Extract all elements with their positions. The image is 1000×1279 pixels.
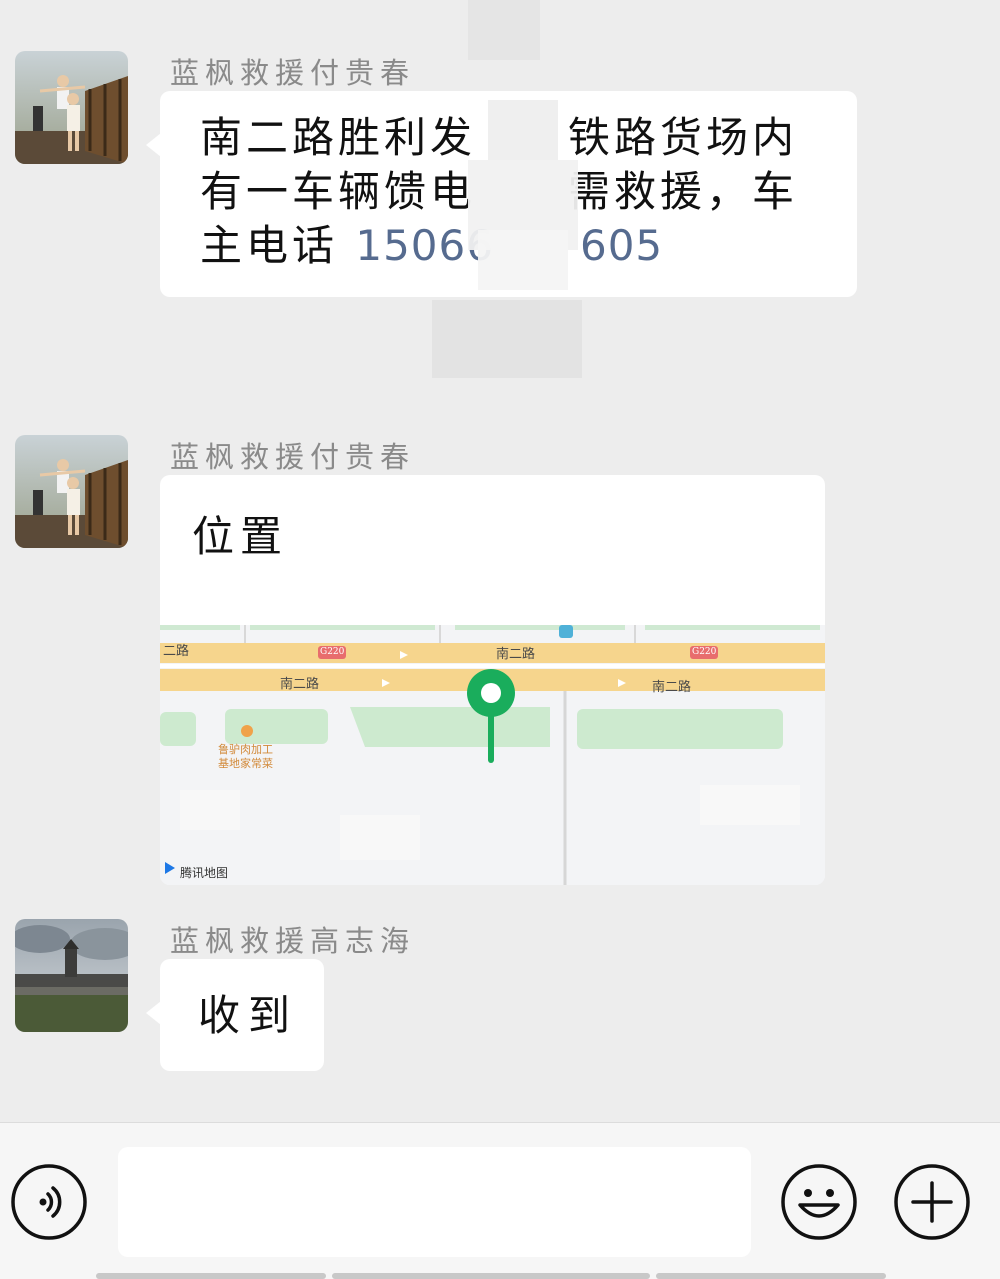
message-text: 收到 <box>198 991 299 1040</box>
avatar[interactable] <box>15 919 128 1032</box>
avatar-photo-children <box>15 435 128 548</box>
map-preview[interactable]: 二路 南二路 南二路 南二路 G220 G220 鲁驴肉加工 基地家常菜 腾讯地… <box>160 625 825 885</box>
sender-name: 蓝枫救援高志海 <box>170 924 416 958</box>
voice-input-button[interactable] <box>10 1163 88 1241</box>
emoji-button[interactable] <box>780 1163 858 1241</box>
road-label: 南二路 <box>496 647 536 662</box>
chat-area[interactable]: 蓝枫救援付贵春 南二路胜利发 铁路货场内有一车辆馈电 需救援，车主电话 1506… <box>0 0 1000 1122</box>
avatar-photo-children <box>15 51 128 164</box>
text-message-bubble[interactable]: 收到 <box>146 959 324 1071</box>
more-options-button[interactable] <box>893 1163 971 1241</box>
road-label: 南二路 <box>280 677 320 692</box>
road-label: 南二路 <box>652 680 692 695</box>
location-title: 位置 <box>192 512 289 561</box>
plus-icon <box>894 1164 970 1240</box>
map-attribution: 腾讯地图 <box>180 866 229 880</box>
nav-strip <box>656 1273 886 1279</box>
nav-strip <box>332 1273 650 1279</box>
location-message-bubble[interactable]: 位置 二路 南二路 南二路 南二路 G220 G220 鲁驴肉加工 基地家常菜 … <box>160 475 825 885</box>
highway-shield-label: G220 <box>692 647 717 657</box>
avatar-photo-building <box>15 919 128 1032</box>
message-input[interactable] <box>118 1147 751 1257</box>
nav-strip <box>96 1273 326 1279</box>
voice-icon <box>11 1164 87 1240</box>
poi-label: 基地家常菜 <box>218 757 273 770</box>
emoji-icon <box>781 1164 857 1240</box>
highway-shield-label: G220 <box>320 647 345 657</box>
road-label: 二路 <box>163 644 190 659</box>
sender-name: 蓝枫救援付贵春 <box>170 440 416 474</box>
avatar[interactable] <box>15 435 128 548</box>
avatar[interactable] <box>15 51 128 164</box>
sender-name: 蓝枫救援付贵春 <box>170 56 416 90</box>
